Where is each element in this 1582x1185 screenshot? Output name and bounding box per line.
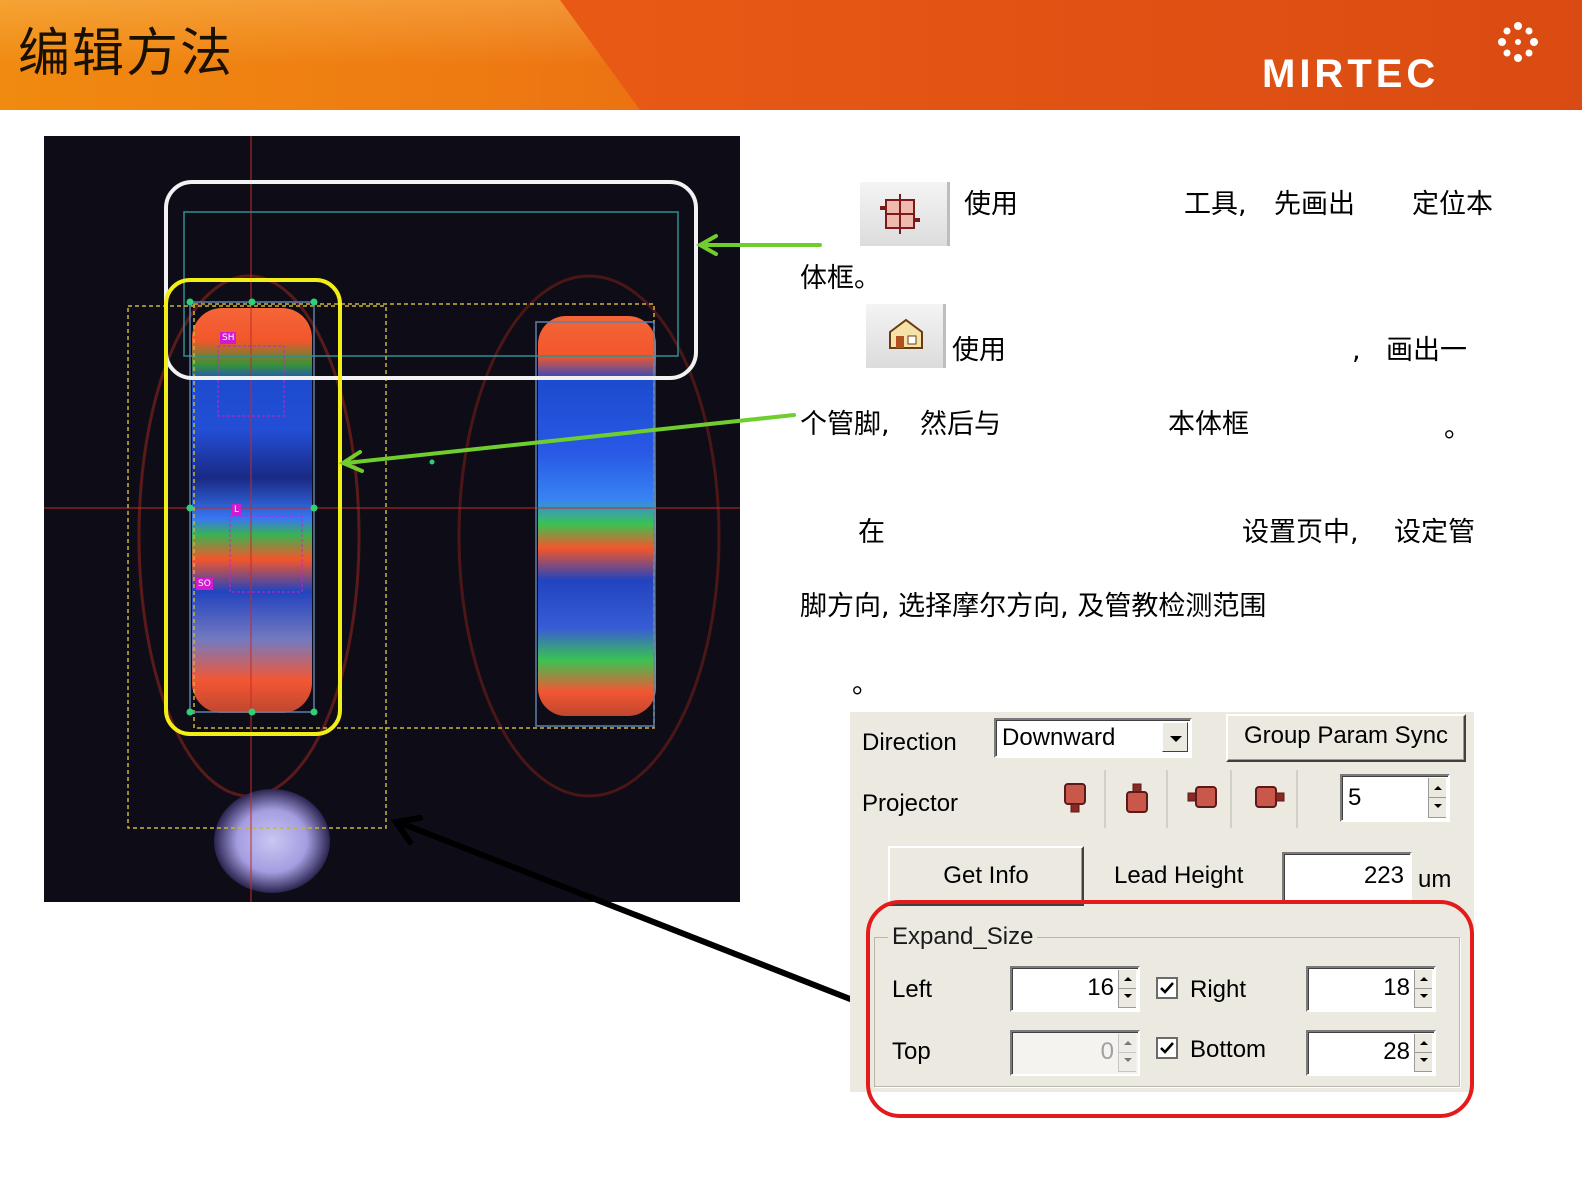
lead-tool-button[interactable] [866,304,946,368]
expand-size-highlight [866,900,1474,1118]
instr-line1-d: 定位本 [1412,189,1493,220]
projector-value: 5 [1348,784,1362,811]
lead-tool-icon [889,318,923,349]
projector-up-button[interactable] [1046,770,1106,828]
instr-line1-b: 工具, [1184,189,1247,220]
tag-so: SO [196,578,213,590]
projector-left-icon [1187,786,1217,808]
direction-select[interactable]: Downward [994,718,1192,758]
lead-height-unit: um [1418,866,1452,893]
body-frame-tool-button[interactable] [860,182,950,246]
instr-line1-c: 先画出 [1274,189,1355,220]
projector-spinner[interactable] [1428,778,1446,818]
projector-up-icon [1064,783,1086,813]
instr-line5-c: 设定管 [1394,517,1475,548]
instr-line4-b: 然后与 [920,409,1001,440]
instr-line6: 脚方向, 选择摩尔方向, 及管教检测范围 [800,591,1267,622]
instr-line1-a: 使用 [964,189,1018,220]
projector-label: Projector [862,790,959,817]
instr-line5-b: 设置页中, [1242,517,1359,548]
instr-line3-b: , [1352,335,1361,366]
inspection-image[interactable]: SH L SO [44,136,740,902]
projector-down-icon [1126,783,1148,813]
projector-left-button[interactable] [1172,770,1232,828]
direction-select-value: Downward [1002,724,1116,751]
instr-line2: 体框。 [800,263,881,294]
lead-height-value: 223 [1363,862,1404,889]
tag-l: L [232,504,242,516]
instr-line5-a: 在 [858,517,885,548]
tag-sh: SH [220,332,237,344]
get-info-button[interactable]: Get Info [888,846,1084,906]
chevron-down-icon[interactable] [1162,722,1188,752]
spin-down-icon[interactable] [1429,798,1446,818]
instr-line3-c: 画出一 [1386,335,1467,366]
projector-value-input[interactable]: 5 [1340,774,1450,822]
direction-label: Direction [862,729,957,756]
instr-line7: 。 [852,669,879,700]
instr-line4-c: 本体框 [1168,409,1249,440]
spin-up-icon[interactable] [1429,778,1446,798]
instr-line4-a: 个管脚, [800,409,890,440]
projector-down-button[interactable] [1108,770,1168,828]
brand-logo-text: MIRTEC [1262,52,1440,96]
body-frame-tool-icon [880,194,920,234]
lead-height-input[interactable]: 223 [1282,852,1412,902]
brand-star-icon [1498,22,1538,62]
component-render [44,136,740,902]
group-param-sync-button[interactable]: Group Param Sync [1226,714,1466,762]
instr-line4-d: 。 [1444,413,1471,444]
page-title: 编辑方法 [18,24,235,84]
instr-line3-a: 使用 [952,335,1006,366]
lead-height-label: Lead Height [1114,862,1244,889]
projector-right-icon [1255,786,1285,808]
projector-right-button[interactable] [1238,770,1298,828]
